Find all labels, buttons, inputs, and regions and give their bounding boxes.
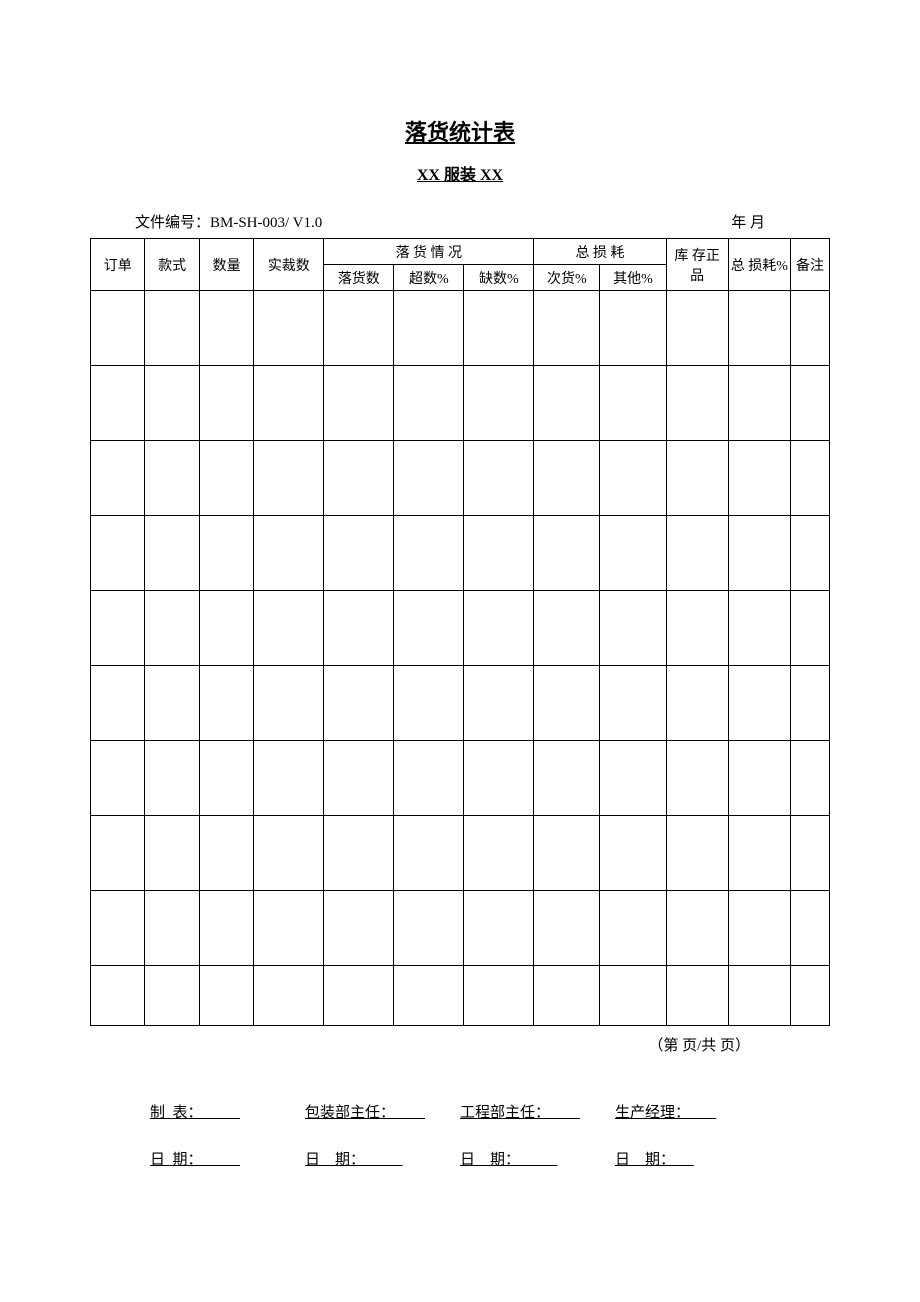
table-body: [91, 291, 830, 1026]
col-other-pct: 其他%: [600, 265, 666, 291]
sig-date-a: 日 期：: [150, 1148, 305, 1169]
col-short-pct: 缺数%: [464, 265, 534, 291]
col-over-pct: 超数%: [394, 265, 464, 291]
sig-date-b: 日 期：: [305, 1148, 460, 1169]
col-second-pct: 次货%: [534, 265, 600, 291]
signature-row-dates: 日 期： 日 期： 日 期： 日 期：: [150, 1148, 770, 1169]
sig-date-c: 日 期：: [460, 1148, 615, 1169]
header-row: 文件编号：BM-SH-003/ V1.0 年 月: [90, 211, 830, 238]
statistics-table: 订单 款式 数量 实裁数 落 货 情 况 总 损 耗 库 存正品 总 损耗% 备…: [90, 238, 830, 1026]
table-row: [91, 591, 830, 666]
table-row: [91, 366, 830, 441]
sig-packing-head: 包装部主任：: [305, 1101, 460, 1122]
col-loss-group: 总 损 耗: [534, 239, 666, 265]
table-row: [91, 291, 830, 366]
col-total-loss: 总 损耗%: [728, 239, 790, 291]
table-row: [91, 741, 830, 816]
page-indicator: （第 页/共 页）: [90, 1034, 830, 1055]
signature-row-names: 制 表： 包装部主任： 工程部主任： 生产经理：: [150, 1101, 770, 1122]
sig-production-manager: 生产经理：: [615, 1101, 770, 1122]
col-stock: 库 存正品: [666, 239, 728, 291]
table-row: [91, 441, 830, 516]
page-subtitle: XX 服装 XX: [90, 161, 830, 185]
page-title: 落货统计表: [90, 115, 830, 147]
col-style: 款式: [145, 239, 199, 291]
table-row: [91, 666, 830, 741]
sig-engineering-head: 工程部主任：: [460, 1101, 615, 1122]
table-row: [91, 516, 830, 591]
col-actual-cut: 实裁数: [254, 239, 324, 291]
table-row: [91, 891, 830, 966]
sig-date-d: 日 期：: [615, 1148, 770, 1169]
document-page: 落货统计表 XX 服装 XX 文件编号：BM-SH-003/ V1.0 年 月 …: [0, 0, 920, 1255]
col-qty: 数量: [199, 239, 253, 291]
document-number: 文件编号：BM-SH-003/ V1.0: [135, 211, 322, 232]
document-date: 年 月: [731, 211, 785, 232]
table-row: [91, 816, 830, 891]
col-fall-group: 落 货 情 况: [324, 239, 534, 265]
col-order: 订单: [91, 239, 145, 291]
sig-preparer: 制 表：: [150, 1101, 305, 1122]
col-fall-qty: 落货数: [324, 265, 394, 291]
signature-block: 制 表： 包装部主任： 工程部主任： 生产经理： 日 期： 日 期： 日 期： …: [90, 1101, 830, 1169]
col-remark: 备注: [791, 239, 830, 291]
table-row: [91, 966, 830, 1026]
